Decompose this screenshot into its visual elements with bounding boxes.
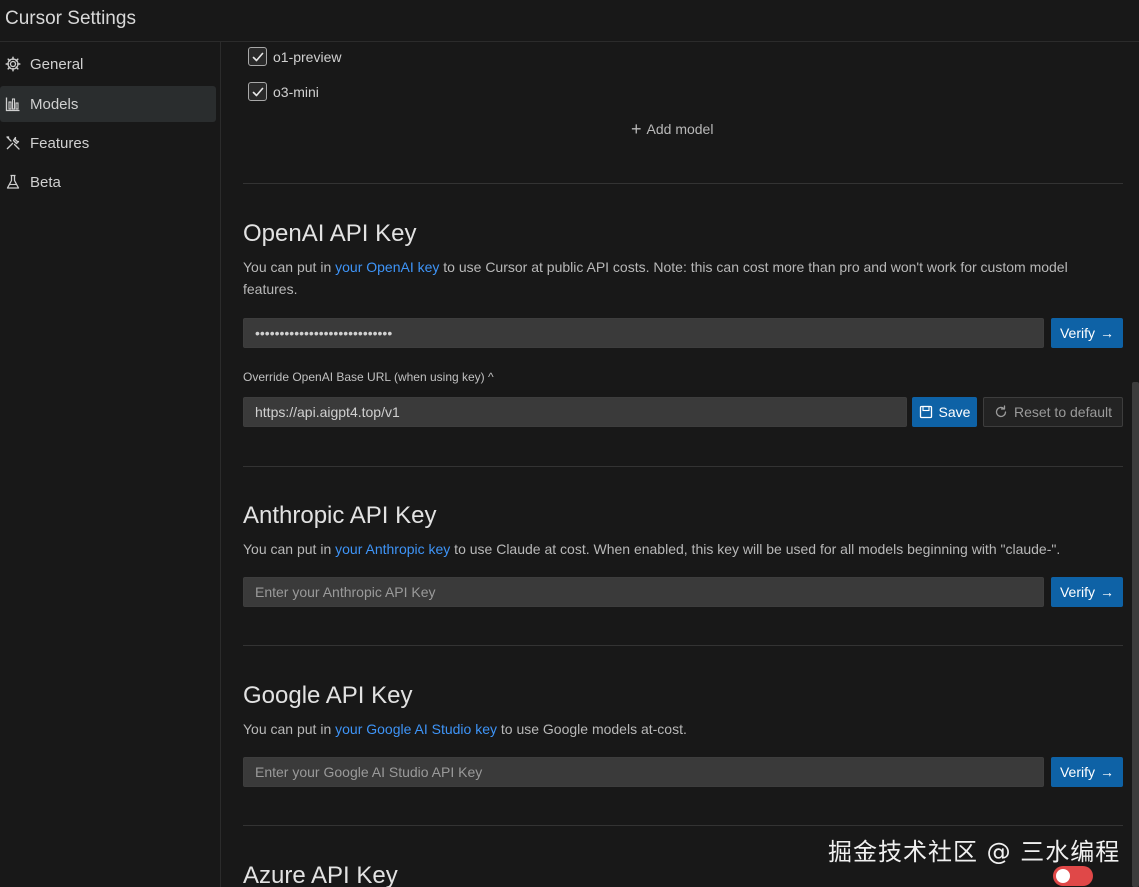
- anthropic-section-title: Anthropic API Key: [243, 502, 437, 529]
- divider: [243, 825, 1123, 826]
- openai-section-title: OpenAI API Key: [243, 220, 417, 247]
- verify-label: Verify: [1059, 584, 1095, 600]
- add-model-button[interactable]: + Add model: [631, 119, 714, 139]
- save-button[interactable]: Save: [912, 397, 977, 427]
- save-label: Save: [938, 404, 971, 420]
- base-url-input[interactable]: https://api.aigpt4.top/v1: [243, 397, 907, 427]
- settings-content: o1-preview o3-mini + Add model OpenAI AP…: [221, 42, 1139, 887]
- toggle-knob: [1056, 869, 1070, 883]
- checkbox[interactable]: [248, 47, 267, 66]
- anthropic-verify-button[interactable]: Verify →: [1051, 577, 1123, 607]
- openai-key-link[interactable]: your OpenAI key: [335, 259, 439, 275]
- desc-text: to use Google models at-cost.: [497, 721, 687, 737]
- reset-label: Reset to default: [1013, 404, 1113, 420]
- desc-text: You can put in: [243, 541, 336, 557]
- google-section-title: Google API Key: [243, 682, 413, 709]
- google-key-link[interactable]: your Google AI Studio key: [335, 721, 497, 737]
- gear-icon: [5, 56, 21, 72]
- plus-icon: +: [631, 119, 642, 139]
- save-icon: [919, 405, 932, 419]
- sidebar-item-label: General: [30, 55, 84, 73]
- anthropic-key-input[interactable]: Enter your Anthropic API Key: [243, 577, 1044, 607]
- google-description: You can put in your Google AI Studio key…: [243, 718, 1113, 740]
- openai-verify-button[interactable]: Verify →: [1051, 318, 1123, 348]
- azure-enable-toggle[interactable]: [1053, 866, 1093, 886]
- desc-text: You can put in: [243, 721, 336, 737]
- google-key-input[interactable]: Enter your Google AI Studio API Key: [243, 757, 1044, 787]
- title-bar: Cursor Settings: [0, 0, 1139, 42]
- divider: [243, 645, 1123, 646]
- sidebar-item-label: Beta: [30, 173, 61, 191]
- desc-text: You can put in: [243, 259, 336, 275]
- check-icon: [252, 52, 263, 61]
- sidebar-item-models[interactable]: Models: [0, 86, 216, 122]
- sidebar-item-features[interactable]: Features: [0, 125, 216, 161]
- model-label: o1-preview: [273, 48, 342, 65]
- reset-to-default-button[interactable]: Reset to default: [983, 397, 1123, 427]
- bar-chart-icon: [5, 96, 21, 112]
- arrow-right-icon: →: [1100, 584, 1114, 600]
- checkbox[interactable]: [248, 82, 267, 101]
- sidebar-item-label: Models: [30, 95, 79, 113]
- watermark: 掘金技术社区 @ 三水编程: [828, 838, 1121, 866]
- model-row-o3-mini[interactable]: o3-mini: [248, 82, 319, 101]
- openai-key-input[interactable]: ••••••••••••••••••••••••••••: [243, 318, 1044, 348]
- model-row-o1-preview[interactable]: o1-preview: [248, 47, 341, 66]
- google-verify-button[interactable]: Verify →: [1051, 757, 1123, 787]
- sidebar: General Models Features Beta: [0, 42, 221, 887]
- divider: [243, 466, 1123, 467]
- azure-section-title: Azure API Key: [243, 862, 398, 887]
- arrow-right-icon: →: [1100, 764, 1114, 780]
- verify-label: Verify: [1059, 325, 1095, 341]
- override-base-url-toggle[interactable]: Override OpenAI Base URL (when using key…: [243, 370, 494, 384]
- desc-text: to use Claude at cost. When enabled, thi…: [450, 541, 1061, 557]
- flask-icon: [5, 174, 21, 190]
- scrollbar[interactable]: [1132, 382, 1139, 887]
- verify-label: Verify: [1059, 764, 1095, 780]
- check-icon: [252, 87, 263, 96]
- model-label: o3-mini: [273, 83, 319, 100]
- anthropic-description: You can put in your Anthropic key to use…: [243, 538, 1113, 560]
- sidebar-item-label: Features: [30, 134, 90, 152]
- refresh-icon: [995, 405, 1007, 418]
- tools-icon: [5, 135, 21, 151]
- openai-description: You can put in your OpenAI key to use Cu…: [243, 256, 1113, 300]
- sidebar-item-beta[interactable]: Beta: [0, 164, 216, 200]
- add-model-label: Add model: [646, 121, 714, 137]
- divider: [243, 183, 1123, 184]
- anthropic-key-link[interactable]: your Anthropic key: [335, 541, 450, 557]
- arrow-right-icon: →: [1100, 325, 1114, 341]
- window-title: Cursor Settings: [5, 8, 136, 29]
- sidebar-item-general[interactable]: General: [0, 46, 216, 82]
